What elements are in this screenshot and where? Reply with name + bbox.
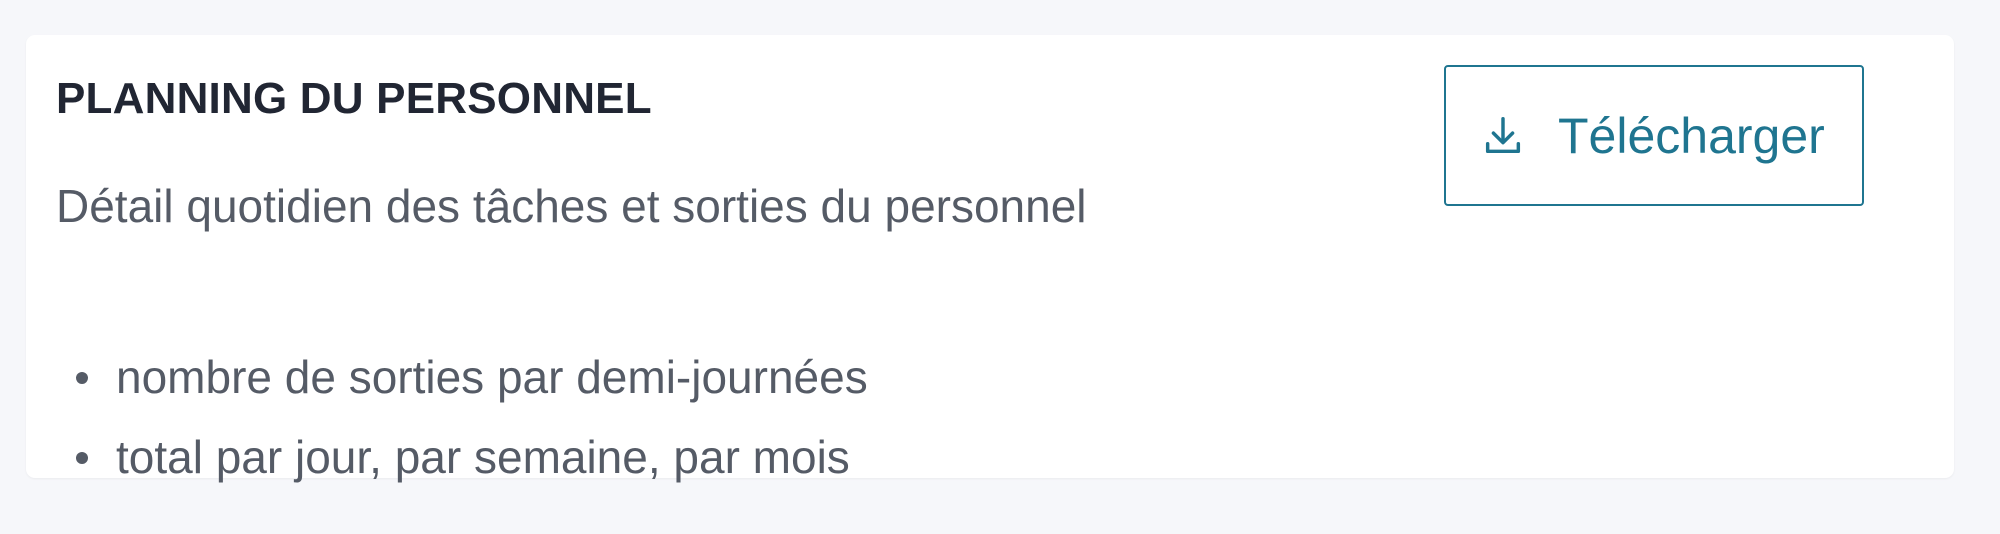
list-item-text: total par jour, par semaine, par mois xyxy=(116,431,850,483)
list-item: nombre de sorties par demi-journées xyxy=(56,337,868,417)
download-icon xyxy=(1480,113,1526,159)
download-button[interactable]: Télécharger xyxy=(1444,65,1864,206)
card-description: Détail quotidien des tâches et sorties d… xyxy=(56,180,1087,232)
bullet-icon xyxy=(76,372,88,384)
feature-list: nombre de sorties par demi-journées tota… xyxy=(56,337,868,497)
card-title: PLANNING DU PERSONNEL xyxy=(56,74,652,123)
report-card: PLANNING DU PERSONNEL Détail quotidien d… xyxy=(26,35,1954,483)
download-button-label: Télécharger xyxy=(1558,107,1825,164)
bullet-icon xyxy=(76,452,88,464)
list-item: total par jour, par semaine, par mois xyxy=(56,417,868,497)
list-item-text: nombre de sorties par demi-journées xyxy=(116,351,868,403)
